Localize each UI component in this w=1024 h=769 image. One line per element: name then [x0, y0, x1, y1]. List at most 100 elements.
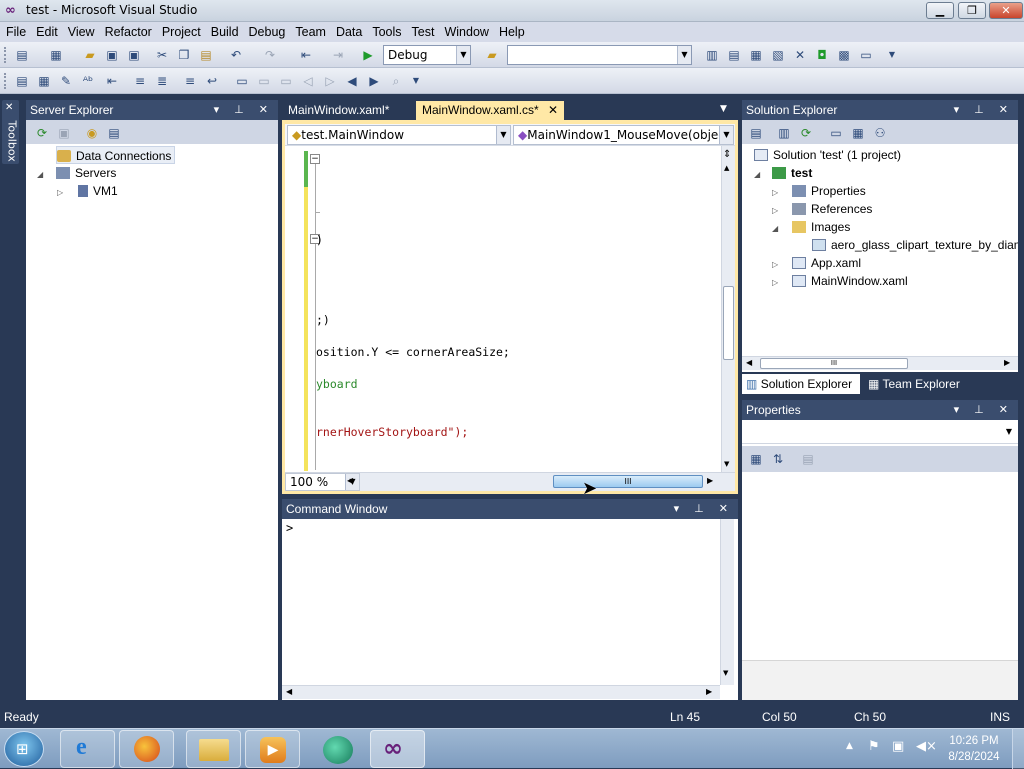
- next-bookmark-folder-icon[interactable]: ▷: [322, 73, 338, 89]
- taskbar-windows-explorer[interactable]: [186, 730, 241, 768]
- command-prompt[interactable]: >: [286, 521, 293, 535]
- toolbar-options-icon[interactable]: ▼: [408, 73, 424, 89]
- start-debugging-icon[interactable]: ▶: [360, 47, 376, 63]
- tree-item-image-file[interactable]: aero_glass_clipart_texture_by_diamo: [812, 236, 1018, 254]
- tree-item-data-connections[interactable]: Data Connections: [56, 146, 176, 164]
- paste-icon[interactable]: ▤: [198, 47, 214, 63]
- new-project-icon[interactable]: ▤: [14, 47, 30, 63]
- tools-icon[interactable]: ✕: [792, 47, 808, 63]
- refresh-icon[interactable]: ⟳: [34, 125, 50, 141]
- tab-team-explorer[interactable]: ▦ Team Explorer: [864, 374, 984, 394]
- next-bookmark-icon[interactable]: ▭: [278, 73, 294, 89]
- command-horizontal-scrollbar[interactable]: ◀ ▶: [282, 685, 720, 699]
- toolbox-icon[interactable]: ▧: [770, 47, 786, 63]
- tree-item-app-xaml[interactable]: App.xaml: [792, 254, 861, 272]
- scroll-right-icon[interactable]: ▶: [707, 476, 713, 485]
- taskbar-app-green[interactable]: [310, 730, 365, 768]
- panel-window-buttons[interactable]: ▾ ⊥ ✕: [214, 100, 274, 120]
- tree-item-solution[interactable]: Solution 'test' (1 project): [754, 146, 901, 164]
- minimize-button[interactable]: ▁: [926, 2, 954, 19]
- system-clock[interactable]: 10:26 PM 8/28/2024: [942, 733, 1006, 765]
- tree-item-mainwindow-xaml[interactable]: MainWindow.xaml: [792, 272, 908, 290]
- properties-icon[interactable]: ▤: [748, 125, 764, 141]
- tree-item-project-test[interactable]: test: [772, 164, 812, 182]
- close-button[interactable]: ✕: [989, 2, 1023, 19]
- scroll-left-icon[interactable]: ◀: [286, 687, 292, 696]
- view-designer-icon[interactable]: ▦: [850, 125, 866, 141]
- show-all-files-icon[interactable]: ▥: [776, 125, 792, 141]
- scroll-down-icon[interactable]: ▼: [724, 460, 729, 468]
- toggle-bookmark-icon[interactable]: ▭: [234, 73, 250, 89]
- class-dropdown[interactable]: ◆test.MainWindow ▼: [287, 125, 511, 145]
- property-pages-icon[interactable]: ▤: [800, 451, 816, 467]
- undo-icon[interactable]: ↶: [228, 47, 244, 63]
- collapse-region-icon[interactable]: −: [310, 154, 320, 164]
- start-page-icon[interactable]: ◘: [814, 47, 830, 63]
- taskbar-firefox[interactable]: [119, 730, 174, 768]
- toggle-word-wrap-icon[interactable]: ↩: [204, 73, 220, 89]
- active-files-dropdown-icon[interactable]: ▼: [720, 104, 727, 114]
- panel-window-buttons[interactable]: ▾ ⊥ ✕: [954, 400, 1014, 420]
- quick-info-icon[interactable]: ✎: [58, 73, 74, 89]
- collapsed-arrow-icon[interactable]: ▷: [772, 206, 778, 215]
- tree-item-servers[interactable]: Servers: [56, 164, 116, 182]
- object-browser-icon[interactable]: ▦: [748, 47, 764, 63]
- panel-window-buttons[interactable]: ▾ ⊥ ✕: [674, 499, 734, 519]
- alphabetical-icon[interactable]: ⇅: [770, 451, 786, 467]
- tab-mainwindow-xaml[interactable]: MainWindow.xaml*: [282, 101, 395, 120]
- tree-item-properties[interactable]: Properties: [792, 182, 866, 200]
- collapsed-arrow-icon[interactable]: ▷: [772, 188, 778, 197]
- display-object-member-list-icon[interactable]: ▤: [14, 73, 30, 89]
- tree-item-images[interactable]: Images: [792, 218, 850, 236]
- horizontal-scroll-thumb[interactable]: III: [760, 358, 908, 369]
- navigate-forward-icon[interactable]: ⇥: [330, 47, 346, 63]
- word-completion-icon[interactable]: ᴬᵇ: [80, 73, 96, 89]
- scroll-up-icon[interactable]: ▲: [724, 164, 729, 172]
- cut-icon[interactable]: ✂: [154, 47, 170, 63]
- collapsed-arrow-icon[interactable]: ▷: [772, 278, 778, 287]
- navigate-backward-icon[interactable]: ⇤: [298, 47, 314, 63]
- scroll-right-icon[interactable]: ▶: [706, 687, 712, 696]
- menu-refactor[interactable]: Refactor: [101, 22, 156, 42]
- menu-file[interactable]: File: [2, 22, 30, 42]
- horizontal-scroll-thumb[interactable]: III: [553, 475, 703, 488]
- find-in-files-icon[interactable]: ▰: [484, 47, 500, 63]
- menu-window[interactable]: Window: [440, 22, 492, 42]
- toolbar-grip[interactable]: [4, 47, 7, 63]
- add-item-icon[interactable]: ▦: [48, 47, 64, 63]
- tree-item-vm1[interactable]: VM1: [78, 182, 118, 200]
- show-hidden-icons-icon[interactable]: ▲: [846, 741, 853, 751]
- previous-bookmark-icon[interactable]: ▭: [256, 73, 272, 89]
- tree-item-references[interactable]: References: [792, 200, 872, 218]
- toolbar-options-icon[interactable]: ▼: [884, 47, 900, 63]
- collapsed-arrow-icon[interactable]: ▷: [57, 188, 63, 197]
- menu-debug[interactable]: Debug: [245, 22, 290, 42]
- collapsed-arrow-icon[interactable]: ▷: [772, 260, 778, 269]
- menu-tools[interactable]: Tools: [368, 22, 405, 42]
- previous-bookmark-folder-icon[interactable]: ◁: [300, 73, 316, 89]
- menu-test[interactable]: Test: [408, 22, 439, 42]
- start-button[interactable]: ⊞: [4, 731, 44, 767]
- menu-view[interactable]: View: [64, 22, 99, 42]
- scroll-right-icon[interactable]: ▶: [1004, 358, 1010, 367]
- menu-team[interactable]: Team: [291, 22, 330, 42]
- taskbar-visual-studio[interactable]: ∞: [370, 730, 425, 768]
- comment-out-icon[interactable]: ≣: [154, 73, 170, 89]
- scroll-left-icon[interactable]: ◀: [746, 358, 752, 367]
- next-bookmark-document-icon[interactable]: ▶: [366, 73, 382, 89]
- increase-indent-icon[interactable]: ≡: [132, 73, 148, 89]
- expanded-arrow-icon[interactable]: ◢: [37, 170, 43, 179]
- split-handle-icon[interactable]: ⇕: [723, 149, 731, 160]
- menu-edit[interactable]: Edit: [32, 22, 62, 42]
- vertical-scroll-thumb[interactable]: [723, 286, 734, 360]
- code-editor[interactable]: ◆test.MainWindow ▼ ◆MainWindow1_MouseMove…: [282, 120, 738, 494]
- toolbox-tab[interactable]: ✕ Toolbox: [2, 100, 19, 164]
- copy-icon[interactable]: ❐: [176, 47, 192, 63]
- command-vertical-scrollbar[interactable]: ▼: [720, 519, 734, 685]
- properties-window-icon[interactable]: ▤: [726, 47, 742, 63]
- previous-bookmark-document-icon[interactable]: ◀: [344, 73, 360, 89]
- close-tab-icon[interactable]: ✕: [548, 101, 558, 120]
- panel-window-buttons[interactable]: ▾ ⊥ ✕: [954, 100, 1014, 120]
- categorized-icon[interactable]: ▦: [748, 451, 764, 467]
- action-center-flag-icon[interactable]: ⚑: [868, 739, 880, 754]
